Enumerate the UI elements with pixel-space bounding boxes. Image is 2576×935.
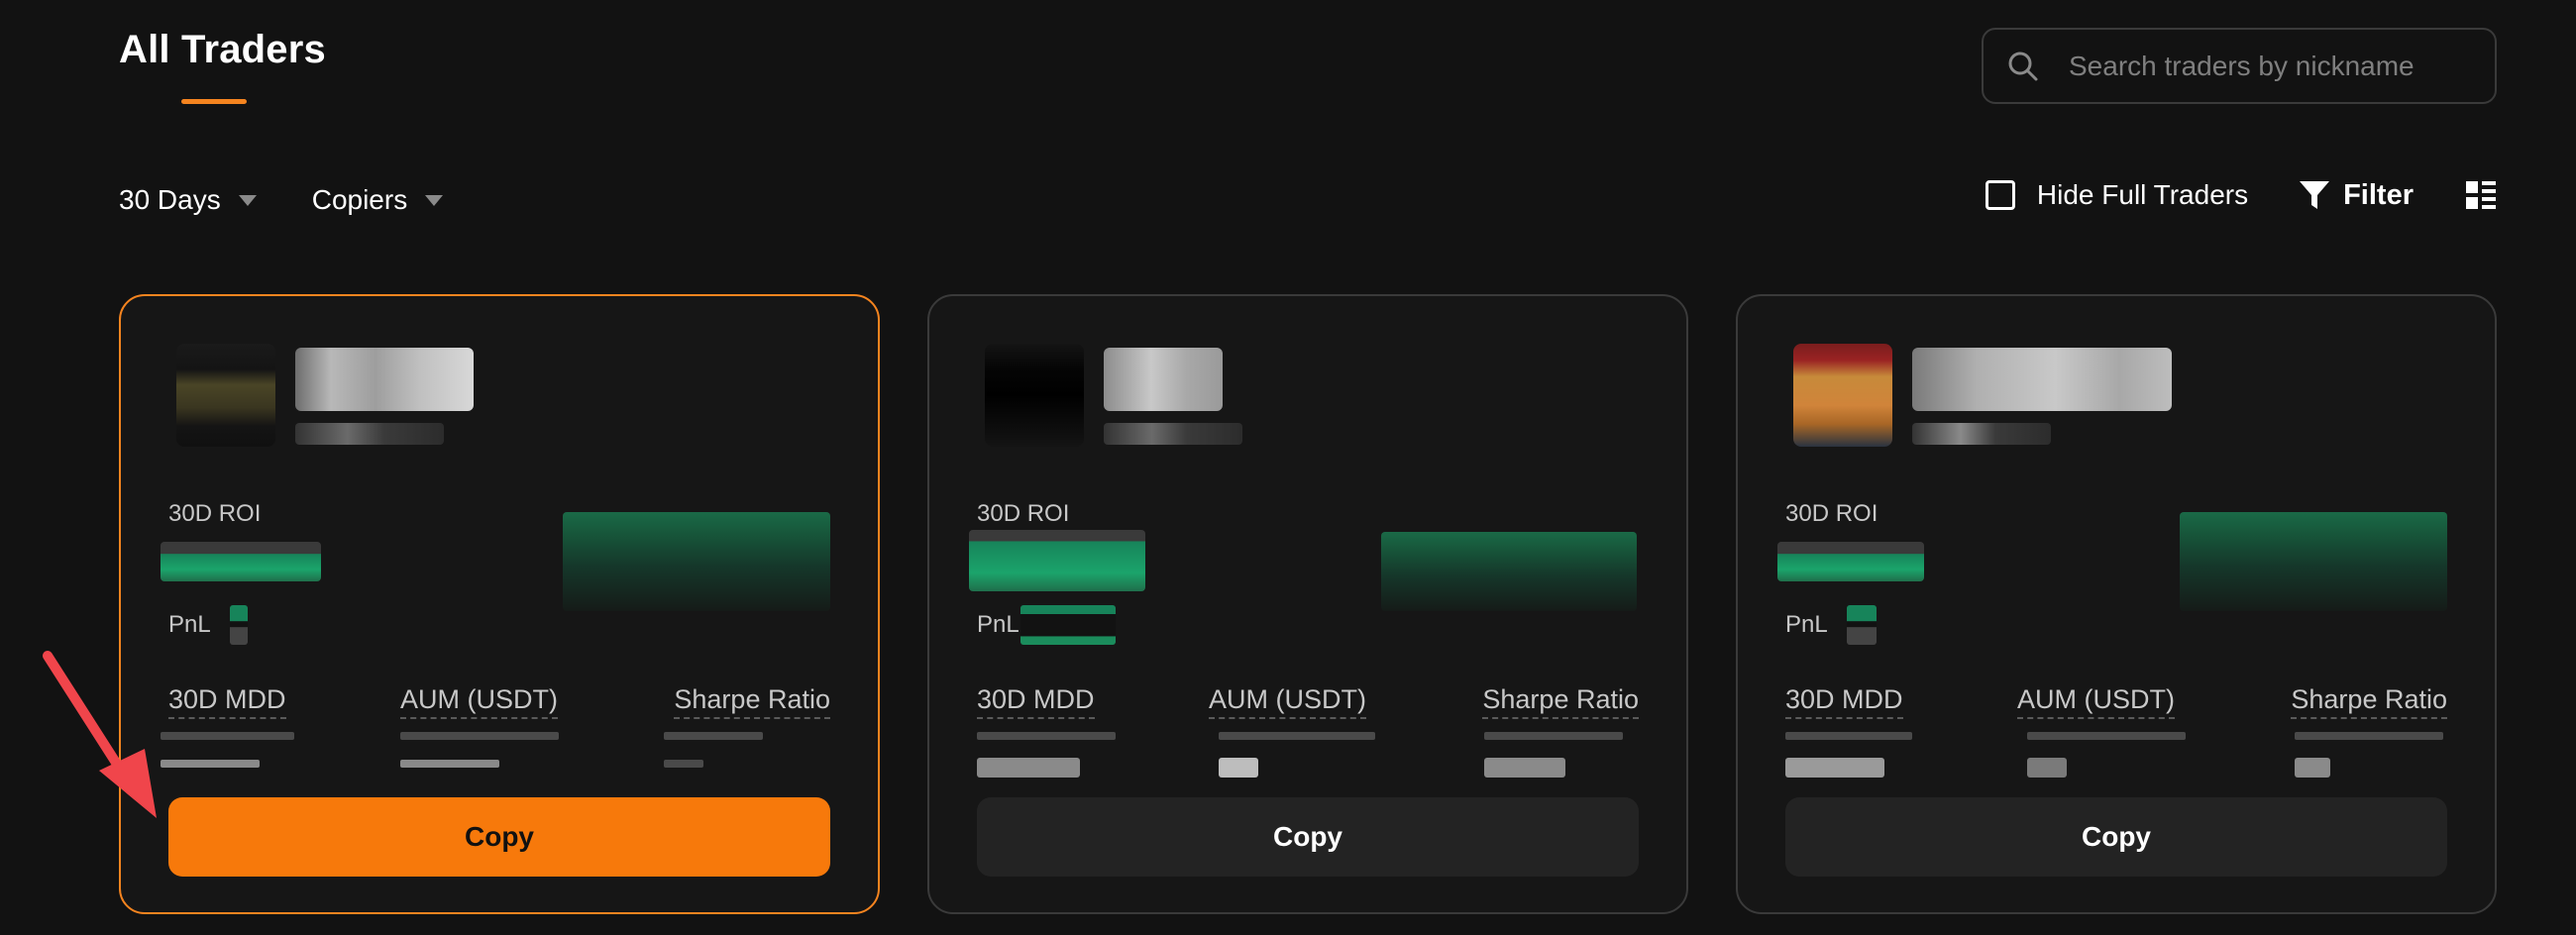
avatar[interactable] [1793,344,1892,447]
copy-button[interactable]: Copy [977,797,1639,877]
roi-label: 30D ROI [168,500,262,527]
sharpe-ratio-label: Sharpe Ratio [674,684,830,719]
filter-button[interactable]: Filter [2298,178,2414,212]
aum-label: AUM (USDT) [2017,684,2175,719]
copy-button[interactable]: Copy [168,797,830,877]
mdd-label: 30D MDD [168,684,286,719]
roi-value [1777,542,1924,581]
mdd-value [1785,732,1912,740]
hide-full-traders-toggle[interactable]: Hide Full Traders [1985,179,2249,211]
pnl-value [1020,605,1116,645]
aum-value-secondary [2027,758,2067,778]
aum-value [400,732,559,740]
list-layout-icon [2466,181,2496,209]
mdd-value [161,732,294,740]
sharpe-ratio-value [1484,732,1623,740]
aum-value-secondary [400,760,499,768]
sharpe-ratio-value-secondary [2295,758,2330,778]
roi-value [161,542,321,581]
trader-nickname[interactable] [1104,348,1223,411]
sharpe-ratio-value-secondary [1484,758,1565,778]
mdd-label: 30D MDD [977,684,1095,719]
aum-value-secondary [1219,758,1258,778]
trader-followers [1912,423,2051,445]
roi-sparkline [2180,512,2447,611]
filter-label: Filter [2343,178,2414,211]
pnl-value [230,605,248,645]
pnl-label: PnL [977,611,1020,638]
hide-full-checkbox[interactable] [1985,180,2015,210]
roi-label: 30D ROI [1785,500,1878,527]
sharpe-ratio-value [2295,732,2443,740]
caret-down-icon [425,194,444,206]
mdd-value [977,732,1116,740]
pointer-arrow-icon [43,651,157,818]
layout-toggle-button[interactable] [2465,179,2497,211]
trader-followers [295,423,444,445]
search-icon [2008,52,2038,80]
roi-sparkline [563,512,830,611]
sharpe-ratio-value-secondary [664,760,703,768]
pnl-value [1847,605,1877,645]
mdd-value-secondary [977,758,1080,778]
period-dropdown-label: 30 Days [119,184,221,215]
all-traders-page: All Traders 30 Days Copiers Hide Full Tr… [0,0,2576,935]
sharpe-ratio-value [664,732,763,740]
mdd-value-secondary [1785,758,1884,778]
aum-label: AUM (USDT) [1209,684,1366,719]
roi-sparkline [1381,532,1637,611]
sort-toolbar: 30 Days Copiers [119,178,444,222]
aum-label: AUM (USDT) [400,684,558,719]
trader-card[interactable]: 30D ROI PnL 30D MDD AUM (USDT) Sharpe Ra… [1736,294,2497,914]
trader-followers [1104,423,1242,445]
trader-nickname[interactable] [295,348,474,411]
sort-dropdown[interactable]: Copiers [311,178,444,222]
filter-toolbar: Hide Full Traders Filter [1985,178,2497,212]
page-title: All Traders [119,28,326,71]
search-box[interactable] [1982,28,2497,104]
caret-down-icon [238,194,257,206]
aum-value [1219,732,1375,740]
trader-nickname[interactable] [1912,348,2172,411]
sort-dropdown-label: Copiers [311,184,408,215]
avatar[interactable] [176,344,275,447]
trader-card[interactable]: 30D ROI PnL 30D MDD AUM (USDT) Sharpe Ra… [927,294,1688,914]
trader-card[interactable]: 30D ROI PnL 30D MDD AUM (USDT) Sharpe Ra… [119,294,880,914]
funnel-icon [2300,181,2330,209]
roi-value [969,530,1145,591]
pnl-label: PnL [168,611,211,638]
avatar[interactable] [985,344,1084,447]
period-dropdown[interactable]: 30 Days [119,178,257,222]
aum-value [2027,732,2186,740]
roi-label: 30D ROI [977,500,1070,527]
hide-full-label: Hide Full Traders [2036,179,2249,210]
copy-button[interactable]: Copy [1785,797,2447,877]
search-input[interactable] [2069,50,2485,82]
sharpe-ratio-label: Sharpe Ratio [1482,684,1639,719]
sharpe-ratio-label: Sharpe Ratio [2291,684,2447,719]
active-tab-indicator [181,99,247,104]
mdd-label: 30D MDD [1785,684,1903,719]
pnl-label: PnL [1785,611,1828,638]
